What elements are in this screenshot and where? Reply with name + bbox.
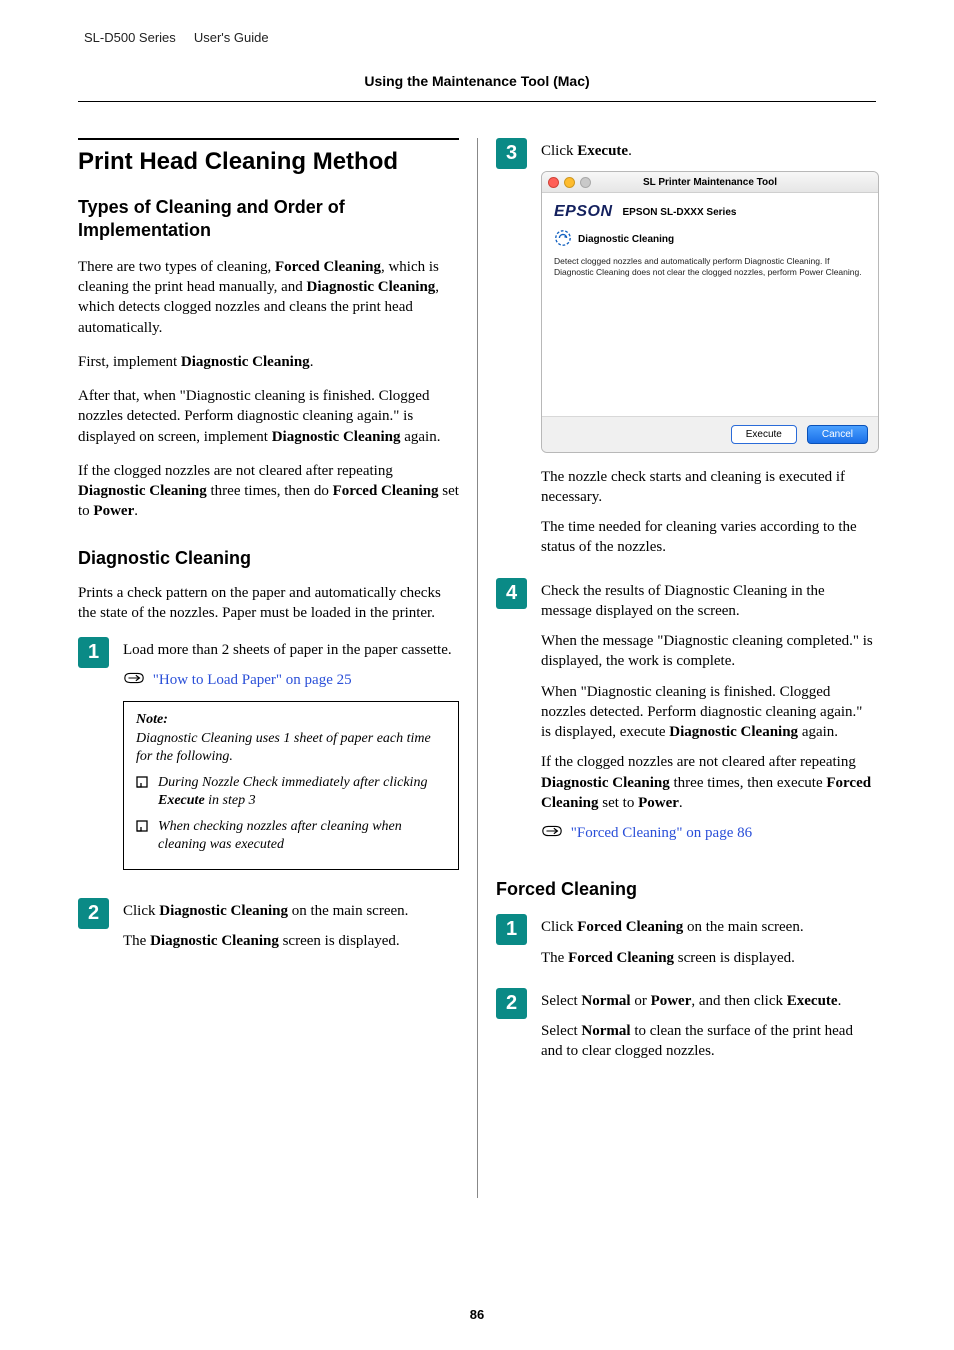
paragraph: If the clogged nozzles are not cleared a…: [78, 461, 459, 522]
mac-window: SL Printer Maintenance Tool EPSON EPSON …: [541, 171, 879, 452]
step-1: 1 Load more than 2 sheets of paper in th…: [78, 637, 459, 888]
model-label: EPSON SL-DXXX Series: [623, 207, 737, 218]
note-title: Note:: [136, 712, 446, 728]
page-title: Print Head Cleaning Method: [78, 138, 459, 176]
step-text: Select Normal or Power, and then click E…: [541, 991, 876, 1011]
header-rule: [78, 101, 876, 102]
diag-label: Diagnostic Cleaning: [578, 234, 674, 245]
paragraph: If the clogged nozzles are not cleared a…: [541, 752, 876, 813]
step-number-icon: 4: [496, 578, 527, 609]
cross-ref-link[interactable]: "How to Load Paper" on page 25: [153, 672, 352, 688]
paragraph: Prints a check pattern on the paper and …: [78, 583, 459, 624]
diag-description: Detect clogged nozzles and automatically…: [554, 256, 866, 277]
note-box: Note: Diagnostic Cleaning uses 1 sheet o…: [123, 701, 459, 870]
bullet-icon: [136, 776, 150, 794]
cross-ref-link[interactable]: "Forced Cleaning" on page 86: [571, 825, 752, 841]
paragraph: Select Normal to clean the surface of th…: [541, 1021, 876, 1062]
subheading-types: Types of Cleaning and Order of Implement…: [78, 196, 459, 243]
note-list-item: During Nozzle Check immediately after cl…: [136, 774, 446, 810]
subheading-diagnostic: Diagnostic Cleaning: [78, 548, 459, 569]
step-text: Load more than 2 sheets of paper in the …: [123, 640, 459, 660]
forced-step-1: 1 Click Forced Cleaning on the main scre…: [496, 914, 876, 978]
paragraph: The time needed for cleaning varies acco…: [541, 517, 879, 558]
cross-ref-icon: [541, 825, 567, 841]
epson-logo: EPSON: [554, 203, 613, 221]
step-number-icon: 2: [78, 898, 109, 929]
step-text: Check the results of Diagnostic Cleaning…: [541, 581, 876, 622]
section-header: Using the Maintenance Tool (Mac): [78, 73, 876, 89]
doc-name: User's Guide: [194, 30, 269, 45]
step-text: Click Diagnostic Cleaning on the main sc…: [123, 901, 459, 921]
step-4: 4 Check the results of Diagnostic Cleani…: [496, 578, 876, 854]
cancel-button[interactable]: Cancel: [807, 425, 868, 444]
paragraph: First, implement Diagnostic Cleaning.: [78, 352, 459, 372]
page-number: 86: [0, 1307, 954, 1322]
step-2: 2 Click Diagnostic Cleaning on the main …: [78, 898, 459, 962]
note-list-item: When checking nozzles after cleaning whe…: [136, 818, 446, 854]
screenshot-figure: SL Printer Maintenance Tool EPSON EPSON …: [541, 171, 879, 452]
mac-titlebar: SL Printer Maintenance Tool: [542, 172, 878, 193]
step-text: Click Forced Cleaning on the main screen…: [541, 917, 876, 937]
execute-button[interactable]: Execute: [731, 425, 797, 444]
paragraph: There are two types of cleaning, Forced …: [78, 257, 459, 338]
step-number-icon: 1: [78, 637, 109, 668]
series-name: SL-D500 Series: [84, 30, 176, 45]
bullet-icon: [136, 820, 150, 838]
step-number-icon: 1: [496, 914, 527, 945]
paragraph: When the message "Diagnostic cleaning co…: [541, 631, 876, 672]
paragraph: The nozzle check starts and cleaning is …: [541, 467, 879, 508]
cross-ref-icon: [123, 672, 149, 688]
running-header: SL-D500 Series User's Guide: [84, 30, 876, 45]
step-3: 3 Click Execute.: [496, 138, 876, 568]
window-title: SL Printer Maintenance Tool: [542, 177, 878, 188]
forced-step-2: 2 Select Normal or Power, and then click…: [496, 988, 876, 1072]
step-text: The Diagnostic Cleaning screen is displa…: [123, 931, 459, 951]
step-number-icon: 2: [496, 988, 527, 1019]
step-text: Click Execute.: [541, 141, 879, 161]
paragraph: After that, when "Diagnostic cleaning is…: [78, 386, 459, 447]
note-lead: Diagnostic Cleaning uses 1 sheet of pape…: [136, 730, 446, 766]
step-number-icon: 3: [496, 138, 527, 169]
diagnostic-cleaning-icon: [554, 229, 572, 250]
step-text: The Forced Cleaning screen is displayed.: [541, 948, 876, 968]
subheading-forced: Forced Cleaning: [496, 879, 876, 900]
paragraph: When "Diagnostic cleaning is finished. C…: [541, 682, 876, 743]
